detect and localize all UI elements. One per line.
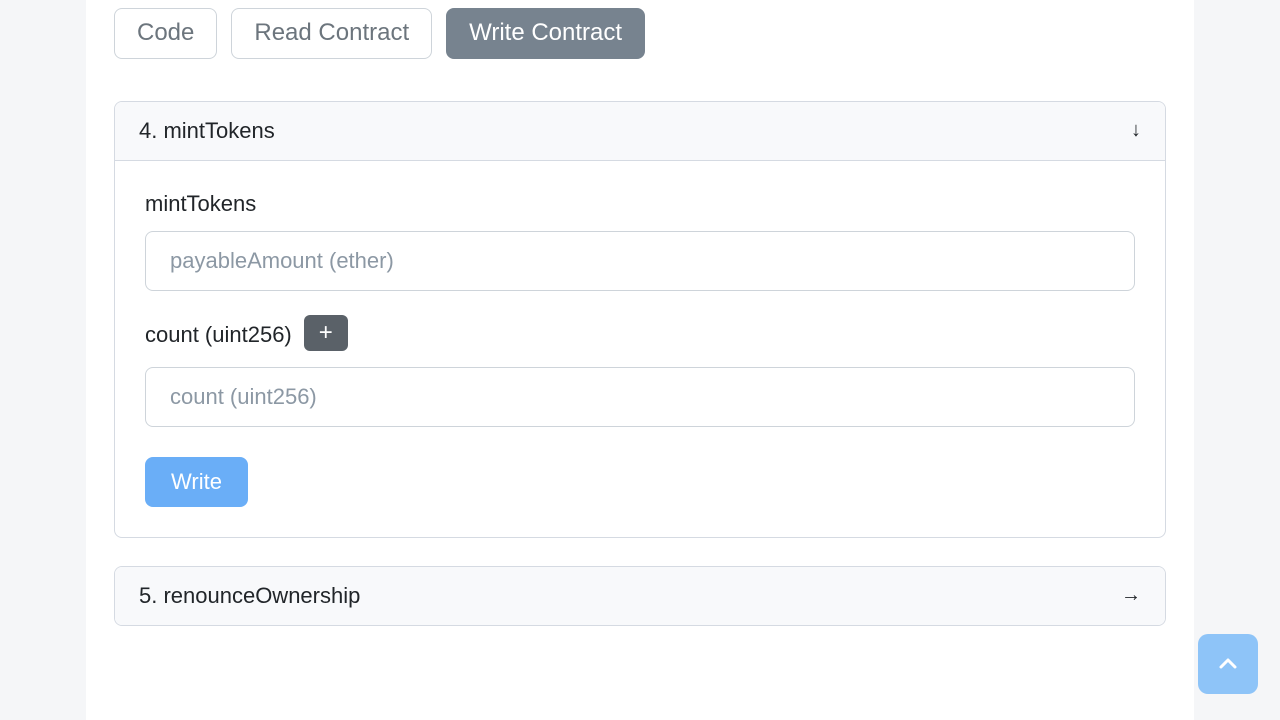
accordion-header-renounceownership[interactable]: 5. renounceOwnership →	[115, 567, 1165, 625]
count-label-text: count (uint256)	[145, 322, 292, 348]
accordion-title: 4. mintTokens	[139, 118, 275, 144]
accordion-header-minttokens[interactable]: 4. mintTokens ↓	[115, 102, 1165, 161]
accordion-minttokens: 4. mintTokens ↓ mintTokens count (uint25…	[114, 101, 1166, 538]
count-label-row: count (uint256) +	[145, 317, 1135, 353]
tab-read-contract[interactable]: Read Contract	[231, 8, 432, 59]
tab-write-contract[interactable]: Write Contract	[446, 8, 645, 59]
plus-icon: +	[319, 321, 333, 345]
count-input[interactable]	[145, 367, 1135, 427]
arrow-down-icon: ↓	[1131, 119, 1141, 142]
write-button[interactable]: Write	[145, 457, 248, 507]
arrow-up-icon	[1216, 652, 1240, 676]
contract-panel: Code Read Contract Write Contract 4. min…	[86, 0, 1194, 720]
function-name-text: mintTokens	[145, 191, 256, 217]
function-name-label: mintTokens	[145, 191, 1135, 217]
arrow-right-icon: →	[1121, 584, 1141, 607]
accordion-title: 5. renounceOwnership	[139, 583, 360, 609]
contract-tabs: Code Read Contract Write Contract	[114, 8, 1166, 59]
scroll-to-top-button[interactable]	[1198, 634, 1258, 694]
payable-amount-input[interactable]	[145, 231, 1135, 291]
add-param-button[interactable]: +	[304, 315, 348, 351]
accordion-renounceownership: 5. renounceOwnership →	[114, 566, 1166, 626]
tab-code[interactable]: Code	[114, 8, 217, 59]
accordion-body-minttokens: mintTokens count (uint256) + Write	[115, 161, 1165, 537]
